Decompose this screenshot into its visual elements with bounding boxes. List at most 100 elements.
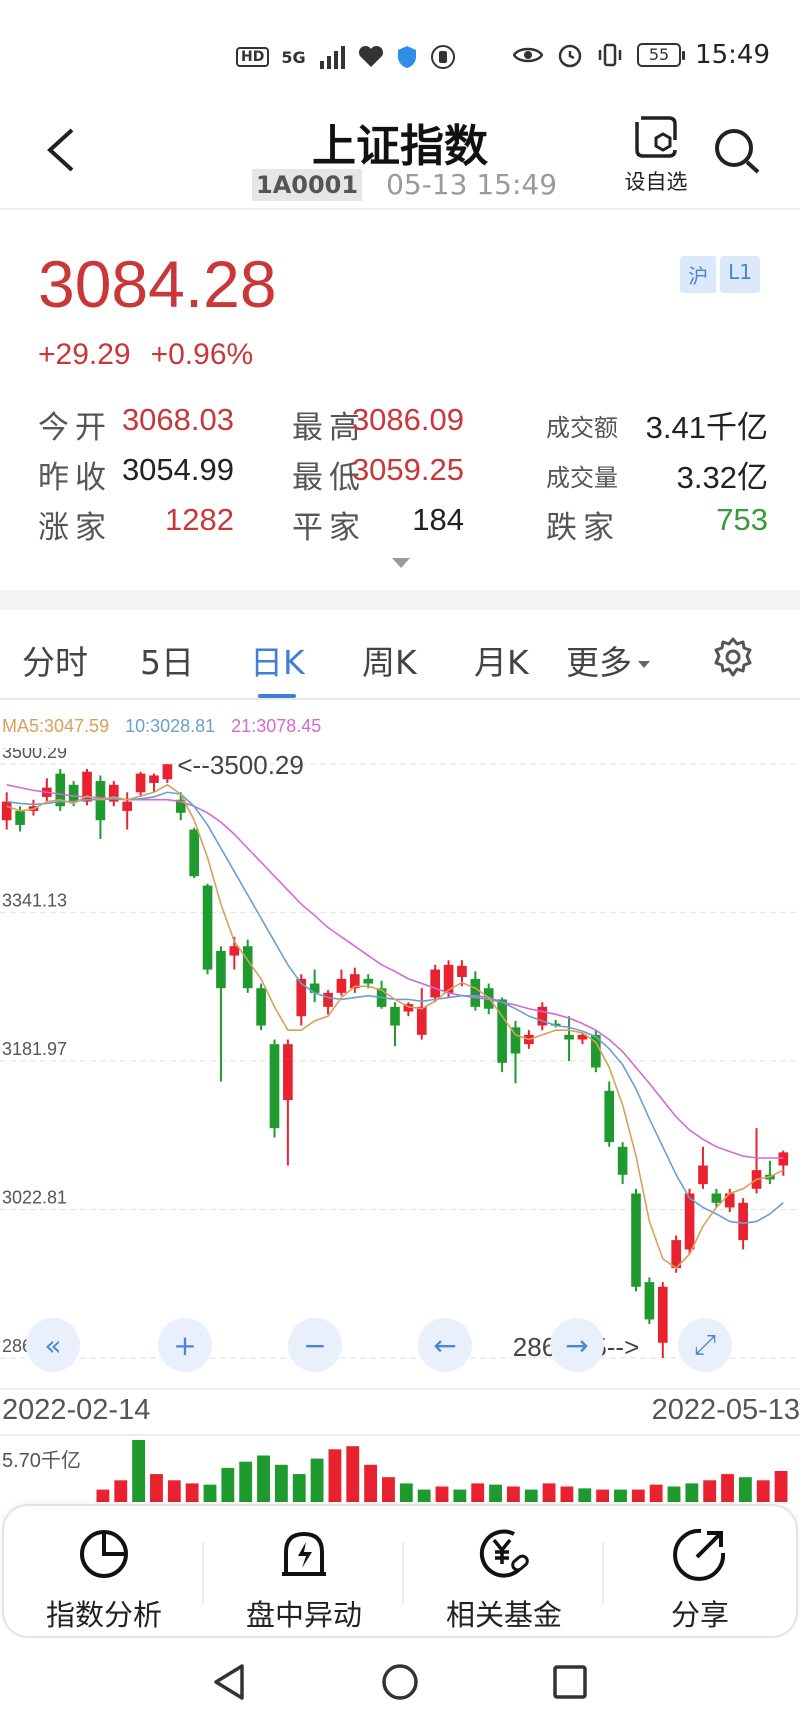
left-icon: ← [433, 1328, 457, 1362]
candle-body [617, 1146, 628, 1175]
candle-body [1, 801, 12, 821]
volume-bar [489, 1484, 502, 1502]
tab-monthly-k[interactable]: 月K [474, 636, 529, 684]
tab-5day[interactable]: 5日 [140, 636, 194, 684]
related-funds-button[interactable]: 相关基金 [404, 1522, 604, 1634]
candle-body [711, 1193, 722, 1203]
candle-body [644, 1282, 655, 1320]
volume-bar [96, 1489, 110, 1502]
fullscreen-icon: ⤢ [693, 1328, 717, 1361]
chart-settings-button[interactable] [712, 636, 754, 682]
volume-bar [257, 1455, 270, 1502]
change-percent: +0.96% [150, 338, 254, 371]
add-watchlist-label: 设自选 [624, 170, 688, 194]
quote-panel: 3084.28 +29.29 +0.96% 沪 L1 今开 3068.03 最高 30… [0, 212, 800, 582]
max-annotation: <--3500.29 [177, 750, 303, 780]
volume-bar [203, 1484, 217, 1502]
search-icon [715, 129, 760, 174]
chevron-down-icon [638, 661, 650, 668]
volume-bar [596, 1489, 610, 1502]
candle-body [336, 978, 347, 993]
candle-body [430, 969, 440, 998]
expand-caret-icon[interactable] [392, 558, 410, 568]
fast-backward-button[interactable]: « [26, 1318, 80, 1372]
share-button[interactable]: 分享 [600, 1522, 800, 1634]
volume-bar [417, 1489, 431, 1502]
kline-svg[interactable]: 3500.293341.133181.973022.812863.65<--35… [0, 748, 800, 1380]
y-tick-label: 3181.97 [2, 1039, 67, 1059]
add-watchlist-button[interactable]: 设自选 [616, 114, 696, 196]
quote-row: 涨家 1282 平家 184 跌家 753 [38, 502, 768, 552]
y-tick-label: 3500.29 [2, 748, 67, 762]
volume-bar [738, 1477, 752, 1502]
ma-legend: MA5:3047.59 10:3028.81 21:3078.45 [2, 716, 321, 737]
stat-value: 3068.03 [121, 402, 234, 437]
volume-bar [114, 1480, 128, 1502]
alarm-icon [558, 44, 582, 68]
volume-bar [399, 1483, 413, 1502]
zoom-out-button[interactable]: − [288, 1318, 342, 1372]
volume-bar [685, 1483, 699, 1502]
stat-label: 成交额 [546, 414, 618, 442]
volume-bar [756, 1480, 770, 1502]
candle-body [15, 810, 25, 825]
ma5-label: MA5:3047.59 [2, 716, 110, 736]
header: 上证指数 1A0001 05-13 15:49 设自选 [0, 100, 800, 210]
zoom-in-button[interactable]: + [158, 1318, 212, 1372]
intraday-alert-button[interactable]: 盘中异动 [204, 1522, 404, 1634]
candle-body [363, 978, 374, 984]
quote-row: 今开 3068.03 最高 3086.09 成交额 3.41千亿 [38, 402, 768, 452]
volume-bar [614, 1489, 627, 1502]
kline-chart[interactable]: 3500.293341.133181.973022.812863.65<--35… [0, 748, 800, 1380]
candle-body [68, 784, 79, 802]
candle-body [724, 1193, 735, 1208]
eye-icon [513, 47, 544, 63]
fullscreen-button[interactable]: ⤢ [678, 1318, 732, 1372]
volume-bar [453, 1489, 467, 1502]
left-button[interactable]: ← [418, 1318, 472, 1372]
nav-back-button[interactable] [210, 1662, 250, 1706]
volume-bar [542, 1483, 556, 1502]
yen-link-icon [479, 1529, 529, 1578]
volume-bar [239, 1461, 253, 1502]
tab-more[interactable]: 更多 [566, 636, 650, 684]
nav-recents-button[interactable] [550, 1662, 590, 1706]
network-5g-badge: 5G [281, 47, 306, 67]
candle-body [684, 1193, 695, 1250]
stat-value: 3.41千亿 [645, 410, 768, 445]
search-button[interactable] [712, 126, 764, 182]
stat-label: 昨收 [38, 460, 112, 496]
candle-body [778, 1152, 789, 1166]
volume-bar [382, 1477, 395, 1502]
tab-daily-k[interactable]: 日K [250, 636, 305, 684]
volume-bar [328, 1449, 342, 1502]
right-button[interactable]: → [550, 1318, 604, 1372]
volume-bar [310, 1458, 324, 1502]
candle-body [416, 1006, 427, 1035]
volume-bar [346, 1446, 360, 1502]
volume-chart[interactable]: 5.70千亿 [0, 1434, 800, 1504]
candle-body [470, 978, 481, 1007]
candle-body [216, 950, 226, 989]
volume-bar [631, 1489, 645, 1502]
chart-controls: « + − ← → ⤢ [0, 1318, 800, 1374]
volume-bar [185, 1483, 199, 1502]
stat-label: 跌家 [546, 510, 620, 546]
zoom-out-icon: − [303, 1328, 327, 1362]
candle-body [242, 946, 253, 989]
circle-home-icon [382, 1664, 418, 1700]
ma21-label: 21:3078.45 [231, 716, 322, 736]
volume-bar [292, 1474, 306, 1502]
status-bar: HD 5G 55 15:49 [0, 0, 800, 100]
y-tick-label: 3341.13 [2, 891, 67, 911]
stat-label: 平家 [292, 510, 366, 546]
candle-body [135, 773, 146, 793]
tab-weekly-k[interactable]: 周K [362, 636, 417, 684]
index-analysis-button[interactable]: 指数分析 [4, 1522, 204, 1634]
tab-intraday[interactable]: 分时 [22, 636, 88, 684]
date-start: 2022-02-14 [2, 1394, 151, 1426]
candle-body [457, 965, 467, 977]
nav-home-button[interactable] [380, 1662, 420, 1706]
candle-body [283, 1044, 293, 1101]
candle-body [564, 1034, 574, 1040]
